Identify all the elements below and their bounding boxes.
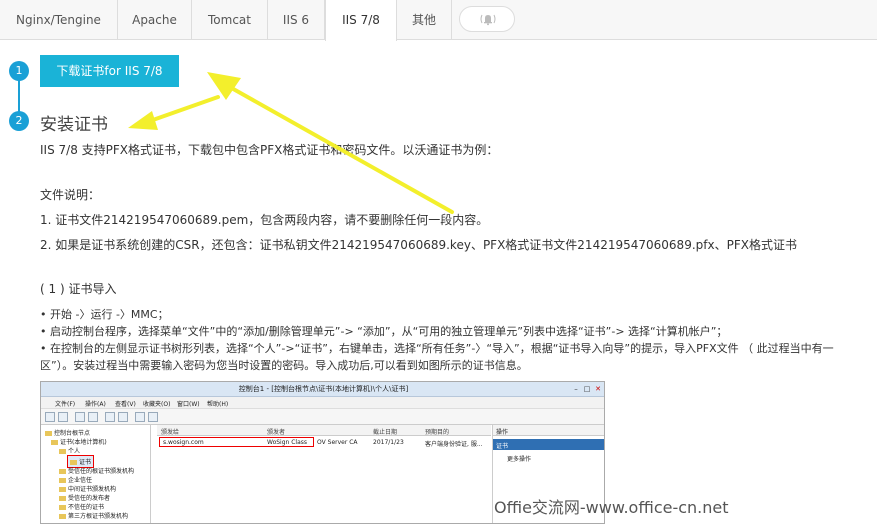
arrow-to-install-heading bbox=[128, 95, 220, 130]
annotation-arrows bbox=[128, 72, 454, 214]
watermark: Offie交流网-www.office-cn.net bbox=[494, 498, 729, 517]
arrow-to-download-button bbox=[207, 72, 454, 214]
